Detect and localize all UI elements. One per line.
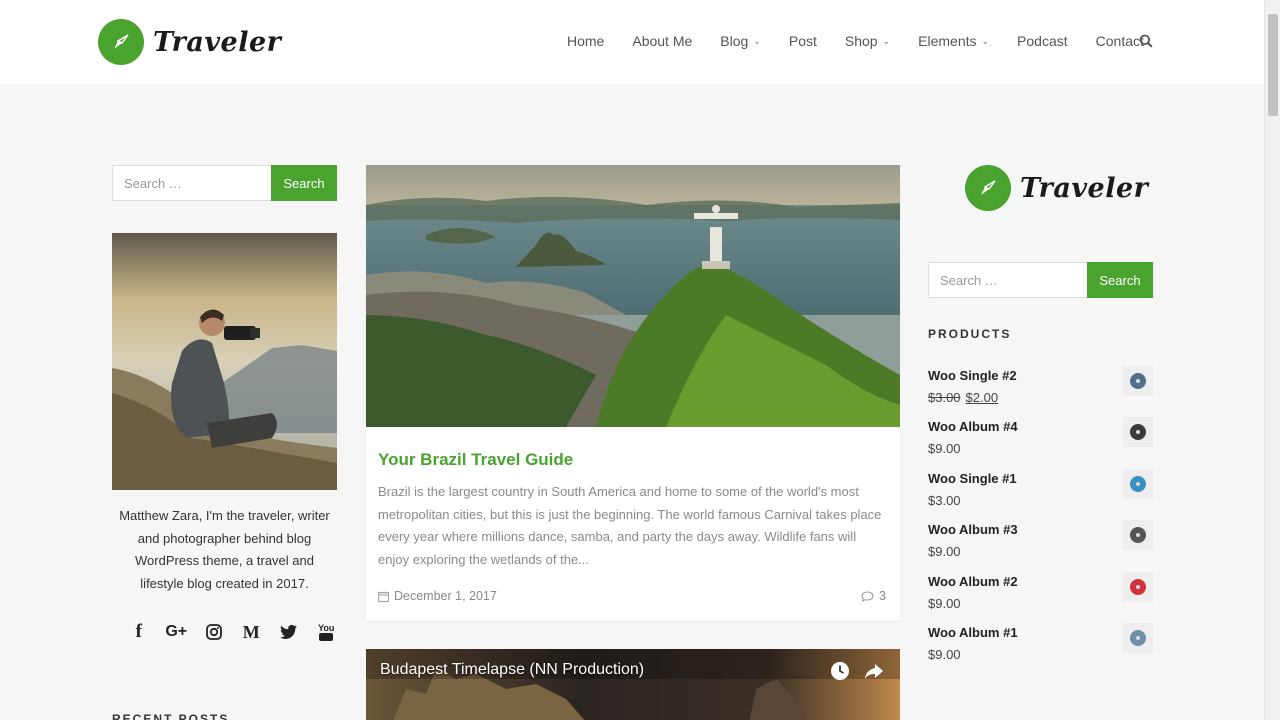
disc-icon	[1130, 373, 1146, 389]
left-search-form: Search	[112, 165, 337, 201]
nav-label: Post	[788, 33, 817, 49]
facebook-icon[interactable]: f	[120, 621, 158, 642]
youtube-icon[interactable]: You	[308, 622, 346, 642]
product-name[interactable]: Woo Album #2	[928, 574, 1018, 589]
product-thumbnail[interactable]	[1123, 623, 1153, 653]
social-links: f G+ M You	[120, 621, 346, 642]
right-search-button[interactable]: Search	[1087, 262, 1153, 298]
share-icon[interactable]	[864, 661, 884, 681]
product-name[interactable]: Woo Single #2	[928, 368, 1017, 383]
disc-icon	[1130, 630, 1146, 646]
post-comments-count: 3	[879, 589, 886, 603]
product-thumbnail[interactable]	[1123, 520, 1153, 550]
post-card: Your Brazil Travel Guide Brazil is the l…	[366, 165, 900, 621]
youtube-icon-label: You	[318, 622, 335, 633]
disc-icon	[1130, 424, 1146, 440]
nav-label: Shop	[844, 33, 878, 49]
site-logo-text: Traveler	[153, 26, 282, 58]
youtube-icon-tube	[319, 632, 334, 641]
search-icon[interactable]	[1139, 34, 1153, 53]
nav-item-about-me[interactable]: About Me	[632, 33, 692, 49]
sidebar-logo-text: Traveler	[1020, 172, 1149, 204]
left-search-input[interactable]	[112, 165, 271, 201]
nav-item-shop[interactable]: Shop ⌄	[845, 33, 890, 49]
product-price: $3.00 $2.00	[928, 390, 998, 405]
nav-item-podcast[interactable]: Podcast	[1017, 33, 1068, 49]
chevron-down-icon: ⌄	[981, 35, 990, 46]
page-scrollbar[interactable]	[1264, 0, 1280, 720]
post-title[interactable]: Your Brazil Travel Guide	[378, 450, 573, 470]
scrollbar-thumb[interactable]	[1268, 14, 1278, 116]
nav-label: Contact	[1095, 33, 1144, 49]
nav-label: Blog	[720, 33, 749, 49]
product-thumbnail[interactable]	[1123, 366, 1153, 396]
chevron-down-icon: ⌄	[753, 35, 761, 46]
medium-icon[interactable]: M	[233, 622, 271, 642]
chevron-down-icon: ⌄	[882, 35, 891, 46]
product-name[interactable]: Woo Single #1	[928, 471, 1017, 486]
product-thumbnail[interactable]	[1123, 417, 1153, 447]
watch-later-icon[interactable]	[830, 661, 850, 681]
product-sale-price: $2.00	[965, 390, 999, 405]
instagram-icon[interactable]	[195, 622, 233, 642]
product-old-price: $3.00	[928, 390, 961, 405]
product-price: $3.00	[928, 493, 961, 508]
site-logo[interactable]: Traveler	[98, 19, 281, 65]
disc-icon	[1130, 579, 1146, 595]
product-item: Woo Album #2 $9.00	[928, 572, 1153, 622]
product-price: $9.00	[928, 596, 961, 611]
product-price: $9.00	[928, 544, 961, 559]
recent-posts-title: RECENT POSTS	[112, 712, 230, 720]
product-item: Woo Album #1 $9.00	[928, 623, 1153, 673]
product-thumbnail[interactable]	[1123, 469, 1153, 499]
right-search-input[interactable]	[928, 262, 1087, 298]
nav-label: About Me	[632, 33, 693, 49]
post-comments-link[interactable]: 3	[861, 589, 886, 603]
calendar-icon	[378, 591, 389, 602]
nav-label: Podcast	[1017, 33, 1068, 49]
site-header: Traveler Home About Me Blog ⌄ Post Shop ⌄ …	[0, 0, 1264, 84]
post-date: December 1, 2017	[378, 589, 497, 603]
post-featured-image[interactable]	[366, 165, 900, 427]
nav-item-contact[interactable]: Contact	[1096, 33, 1144, 49]
nav-label: Home	[567, 33, 605, 49]
nav-label: Elements	[918, 33, 977, 49]
nav-item-elements[interactable]: Elements ⌄	[918, 33, 989, 49]
video-embed[interactable]: Budapest Timelapse (NN Production)	[366, 649, 900, 720]
nav-item-post[interactable]: Post	[789, 33, 817, 49]
product-price: $9.00	[928, 441, 961, 456]
google-plus-icon[interactable]: G+	[158, 622, 196, 642]
product-thumbnail[interactable]	[1123, 572, 1153, 602]
product-item: Woo Album #4 $9.00	[928, 417, 1153, 467]
disc-icon	[1130, 476, 1146, 492]
compass-icon	[965, 165, 1011, 211]
product-name[interactable]: Woo Album #1	[928, 625, 1018, 640]
nav-item-blog[interactable]: Blog ⌄	[720, 33, 761, 49]
post-excerpt: Brazil is the largest country in South A…	[378, 484, 882, 568]
main-nav: Home About Me Blog ⌄ Post Shop ⌄ Elements ⌄…	[567, 33, 1144, 49]
right-search-form: Search	[928, 262, 1153, 298]
product-item: Woo Single #2 $3.00 $2.00	[928, 366, 1153, 416]
sidebar-logo[interactable]: Traveler	[965, 165, 1148, 211]
twitter-icon[interactable]	[270, 622, 308, 642]
author-photo	[112, 233, 337, 490]
video-actions	[830, 661, 884, 681]
product-name[interactable]: Woo Album #4	[928, 419, 1018, 434]
video-title[interactable]: Budapest Timelapse (NN Production)	[380, 661, 644, 679]
product-item: Woo Album #3 $9.00	[928, 520, 1153, 570]
left-search-button[interactable]: Search	[271, 165, 337, 201]
product-name[interactable]: Woo Album #3	[928, 522, 1018, 537]
compass-icon	[98, 19, 144, 65]
products-title: PRODUCTS	[928, 327, 1012, 341]
product-price: $9.00	[928, 647, 961, 662]
nav-item-home[interactable]: Home	[567, 33, 604, 49]
comment-icon	[861, 590, 874, 602]
author-bio: Matthew Zara, I'm the traveler, writer a…	[119, 508, 330, 591]
disc-icon	[1130, 527, 1146, 543]
product-item: Woo Single #1 $3.00	[928, 469, 1153, 519]
post-date-text: December 1, 2017	[394, 589, 497, 603]
